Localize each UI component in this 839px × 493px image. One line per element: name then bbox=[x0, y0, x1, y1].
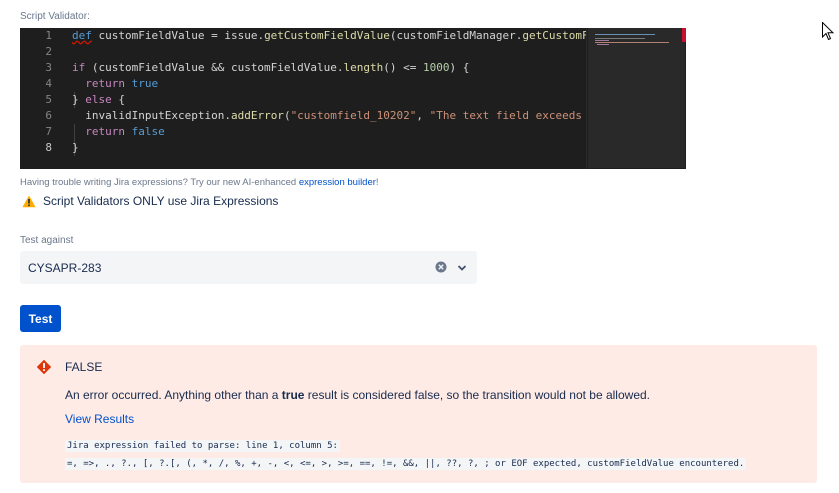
code-token: "The text field exceeds the bbox=[429, 109, 582, 122]
test-against-label: Test against bbox=[20, 235, 74, 246]
code-token: ) { bbox=[449, 61, 470, 74]
editor-minimap[interactable] bbox=[586, 28, 686, 169]
code-token: "customfield_10202" bbox=[290, 109, 417, 122]
code-token: ( bbox=[283, 109, 291, 122]
chevron-down-icon[interactable] bbox=[456, 262, 468, 274]
selected-issue-value: CYSAPR-283 bbox=[28, 261, 102, 275]
warning-banner: Script Validators ONLY use Jira Expressi… bbox=[22, 194, 278, 208]
code-token: true bbox=[131, 77, 159, 90]
line-number: 6 bbox=[45, 109, 52, 122]
code-token: , bbox=[416, 109, 430, 122]
code-line: return true bbox=[72, 76, 158, 92]
warning-text: Script Validators ONLY use Jira Expressi… bbox=[43, 194, 279, 208]
result-message: An error occurred. Anything other than a… bbox=[65, 388, 650, 402]
code-token: () <= bbox=[383, 61, 424, 74]
hint-text: Having trouble writing Jira expressions?… bbox=[20, 177, 299, 188]
line-number-gutter: 1 2 3 4 5 6 7 8 bbox=[20, 28, 66, 169]
code-line: } else { bbox=[72, 92, 125, 108]
line-number: 8 bbox=[45, 141, 52, 154]
error-scroll-marker bbox=[682, 28, 686, 42]
issue-select[interactable]: CYSAPR-283 bbox=[20, 251, 477, 284]
minimap-line bbox=[595, 42, 669, 43]
expression-builder-link[interactable]: expression builder bbox=[299, 177, 376, 188]
line-number: 3 bbox=[45, 61, 52, 74]
code-token: } bbox=[72, 93, 86, 106]
code-line: } bbox=[72, 140, 79, 156]
code-token: (customFieldManager. bbox=[389, 29, 523, 42]
test-button[interactable]: Test bbox=[20, 305, 61, 332]
code-token: length bbox=[343, 61, 384, 74]
script-validator-label: Script Validator: bbox=[20, 11, 90, 22]
line-number: 4 bbox=[45, 77, 52, 90]
line-number: 1 bbox=[45, 29, 52, 42]
code-token: else bbox=[85, 93, 112, 106]
code-token: } bbox=[72, 141, 79, 154]
mouse-cursor-icon bbox=[822, 22, 834, 41]
code-line: return false bbox=[72, 124, 165, 140]
result-message-text: result is considered false, so the trans… bbox=[304, 388, 650, 402]
code-token: { bbox=[111, 93, 125, 106]
code-token: return bbox=[85, 77, 125, 90]
minimap-line bbox=[595, 38, 645, 39]
code-line: if (customFieldValue && customFieldValue… bbox=[72, 60, 469, 76]
line-number: 5 bbox=[45, 93, 52, 106]
code-token: false bbox=[131, 125, 165, 138]
code-token: (customFieldValue && customFieldValue. bbox=[85, 61, 344, 74]
code-token: customFieldValue = issue. bbox=[91, 29, 265, 42]
result-message-text: An error occurred. Anything other than a bbox=[65, 388, 282, 402]
code-line: def customFieldValue = issue.getCustomFi… bbox=[72, 28, 586, 44]
code-editor[interactable]: 12345678 def customFieldValue = issue.ge… bbox=[20, 28, 686, 169]
error-details: Jira expression failed to parse: line 1,… bbox=[65, 437, 747, 473]
clear-icon[interactable] bbox=[435, 261, 447, 273]
code-token: if bbox=[72, 61, 86, 74]
minimap-line bbox=[595, 40, 609, 41]
expression-hint: Having trouble writing Jira expressions?… bbox=[20, 177, 379, 188]
minimap-viewport[interactable] bbox=[588, 28, 685, 168]
line-number: 2 bbox=[45, 45, 52, 58]
code-token: return bbox=[85, 125, 125, 138]
result-panel: FALSE An error occurred. Anything other … bbox=[20, 345, 817, 483]
code-token: addError bbox=[230, 109, 284, 122]
result-status: FALSE bbox=[65, 360, 103, 374]
code-area[interactable]: def customFieldValue = issue.getCustomFi… bbox=[72, 28, 586, 169]
minimap-line bbox=[595, 34, 655, 35]
line-number: 7 bbox=[45, 125, 52, 138]
error-line: Jira expression failed to parse: line 1,… bbox=[65, 440, 340, 452]
view-results-link[interactable]: View Results bbox=[65, 412, 134, 426]
code-token: getCustomFieldValue bbox=[264, 29, 390, 42]
code-token: 1000 bbox=[423, 61, 450, 74]
error-icon bbox=[36, 359, 52, 375]
result-message-bold: true bbox=[281, 388, 305, 402]
warning-icon bbox=[22, 195, 36, 207]
error-line: =, =>, ., ?., [, ?.[, (, *, /, %, +, -, … bbox=[65, 458, 747, 470]
code-token: def bbox=[72, 29, 92, 42]
hint-suffix: ! bbox=[375, 177, 379, 188]
code-token: invalidInputException. bbox=[72, 109, 231, 122]
minimap-line bbox=[597, 44, 609, 45]
code-line: invalidInputException.addError("customfi… bbox=[72, 108, 586, 124]
code-token: getCustomFieldObject bbox=[522, 29, 586, 42]
